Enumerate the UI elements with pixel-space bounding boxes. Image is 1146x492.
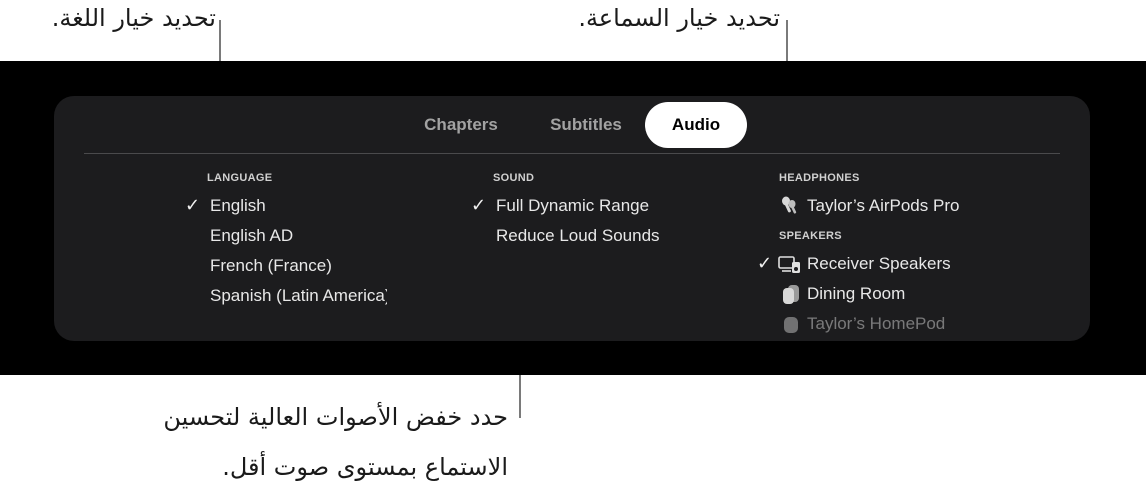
sound-option-reduce-loud-sounds[interactable]: Reduce Loud Sounds (496, 225, 660, 247)
airpods-icon (779, 195, 801, 217)
output-column: HEADPHONES Taylor’s AirPods Pro SPEAKERS… (734, 96, 1090, 341)
callout-speaker: تحديد خيار السماعة. (578, 4, 780, 32)
speaker-option-dining-room[interactable]: Dining Room (807, 283, 905, 305)
homepod-mini-icon (780, 313, 802, 335)
language-option-english-ad[interactable]: English AD (210, 225, 293, 247)
receiver-speakers-icon (778, 253, 800, 275)
checkmark-icon: ✓ (185, 195, 201, 216)
checkmark-icon: ✓ (471, 195, 487, 216)
homepod-icon (780, 283, 802, 305)
speaker-option-receiver[interactable]: Receiver Speakers (807, 253, 951, 275)
tv-screen: Chapters Subtitles Audio LANGUAGE ✓ Engl… (0, 61, 1146, 375)
audio-options-panel: Chapters Subtitles Audio LANGUAGE ✓ Engl… (54, 96, 1090, 341)
checkmark-icon: ✓ (757, 253, 773, 274)
callout-reduce-line2: الاستماع بمستوى صوت أقل. (222, 453, 508, 481)
speakers-section-title: SPEAKERS (779, 230, 842, 242)
callout-reduce-line1: حدد خفض الأصوات العالية لتحسين (163, 403, 508, 431)
language-column: LANGUAGE ✓ English English AD French (Fr… (54, 96, 394, 341)
language-option-spanish[interactable]: Spanish (Latin America) (210, 285, 387, 307)
language-option-english[interactable]: English (210, 195, 266, 217)
headphones-section-title: HEADPHONES (779, 172, 860, 184)
sound-option-full-dynamic-range[interactable]: Full Dynamic Range (496, 195, 649, 217)
speaker-option-taylors-homepod[interactable]: Taylor’s HomePod (807, 313, 945, 335)
sound-section-title: SOUND (493, 172, 535, 184)
callout-reduce-loud-sounds: حدد خفض الأصوات العالية لتحسين الاستماع … (88, 392, 508, 492)
callout-language: تحديد خيار اللغة. (51, 4, 216, 32)
sound-column: SOUND ✓ Full Dynamic Range Reduce Loud S… (394, 96, 734, 341)
language-option-french[interactable]: French (France) (210, 255, 332, 277)
language-section-title: LANGUAGE (207, 172, 273, 184)
headphones-option-airpods[interactable]: Taylor’s AirPods Pro (807, 195, 959, 217)
